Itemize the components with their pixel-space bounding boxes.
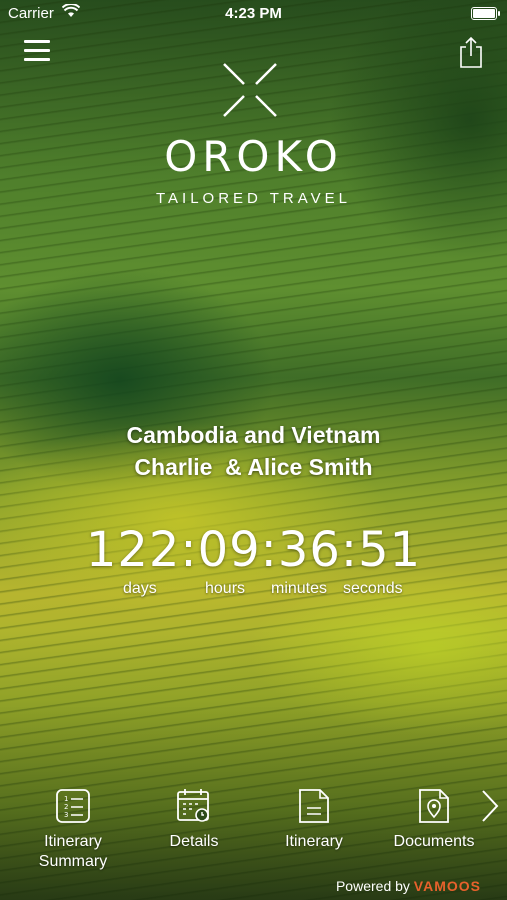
minutes-label: minutes xyxy=(271,580,328,597)
status-bar: Carrier 4:23 PM xyxy=(0,0,507,28)
home-screen: Carrier 4:23 PM OROKO TAILORED TRAVEL Ca… xyxy=(0,0,507,900)
nav-label: Details xyxy=(169,833,219,850)
svg-text:2: 2 xyxy=(64,803,68,811)
share-icon xyxy=(460,36,482,68)
vamoos-logo: VAMOOS xyxy=(413,878,481,894)
powered-prefix: Powered by xyxy=(335,878,410,894)
bottom-nav: 1 2 3 Itinerary Summary Details Itinerar… xyxy=(0,778,507,878)
clock: 4:23 PM xyxy=(225,5,282,22)
nav-documents[interactable]: Documents xyxy=(384,778,484,852)
svg-text:1: 1 xyxy=(64,795,68,803)
nav-label: Documents xyxy=(393,833,475,850)
traveller-names: Charlie & Alice Smith xyxy=(134,454,373,480)
powered-by: Powered by VAMOOS xyxy=(336,878,481,894)
brand-tagline: TAILORED TRAVEL xyxy=(155,190,352,207)
chevron-right-icon[interactable] xyxy=(479,788,501,824)
countdown-timer: 122:09:36:51 xyxy=(85,522,422,578)
trip-title: Cambodia and Vietnam xyxy=(126,422,381,448)
nav-itinerary-summary[interactable]: 1 2 3 Itinerary Summary xyxy=(23,778,123,872)
numbered-list-icon: 1 2 3 xyxy=(56,789,90,823)
hours-label: hours xyxy=(205,580,246,597)
seconds-label: seconds xyxy=(343,580,403,597)
share-button[interactable] xyxy=(459,36,483,68)
document-icon xyxy=(299,789,329,823)
hamburger-icon xyxy=(24,40,50,43)
nav-label: Itinerary xyxy=(285,833,343,850)
location-document-icon xyxy=(419,789,449,823)
menu-button[interactable] xyxy=(24,40,50,62)
x-mark-logo xyxy=(223,63,277,117)
nav-details[interactable]: Details xyxy=(144,778,244,852)
battery-icon xyxy=(471,7,500,20)
svg-text:3: 3 xyxy=(64,811,68,819)
brand-name: OROKO xyxy=(164,132,343,181)
calendar-clock-icon xyxy=(177,789,209,822)
nav-label: Itinerary Summary xyxy=(38,833,108,870)
nav-itinerary[interactable]: Itinerary xyxy=(264,778,364,852)
days-label: days xyxy=(123,580,157,597)
